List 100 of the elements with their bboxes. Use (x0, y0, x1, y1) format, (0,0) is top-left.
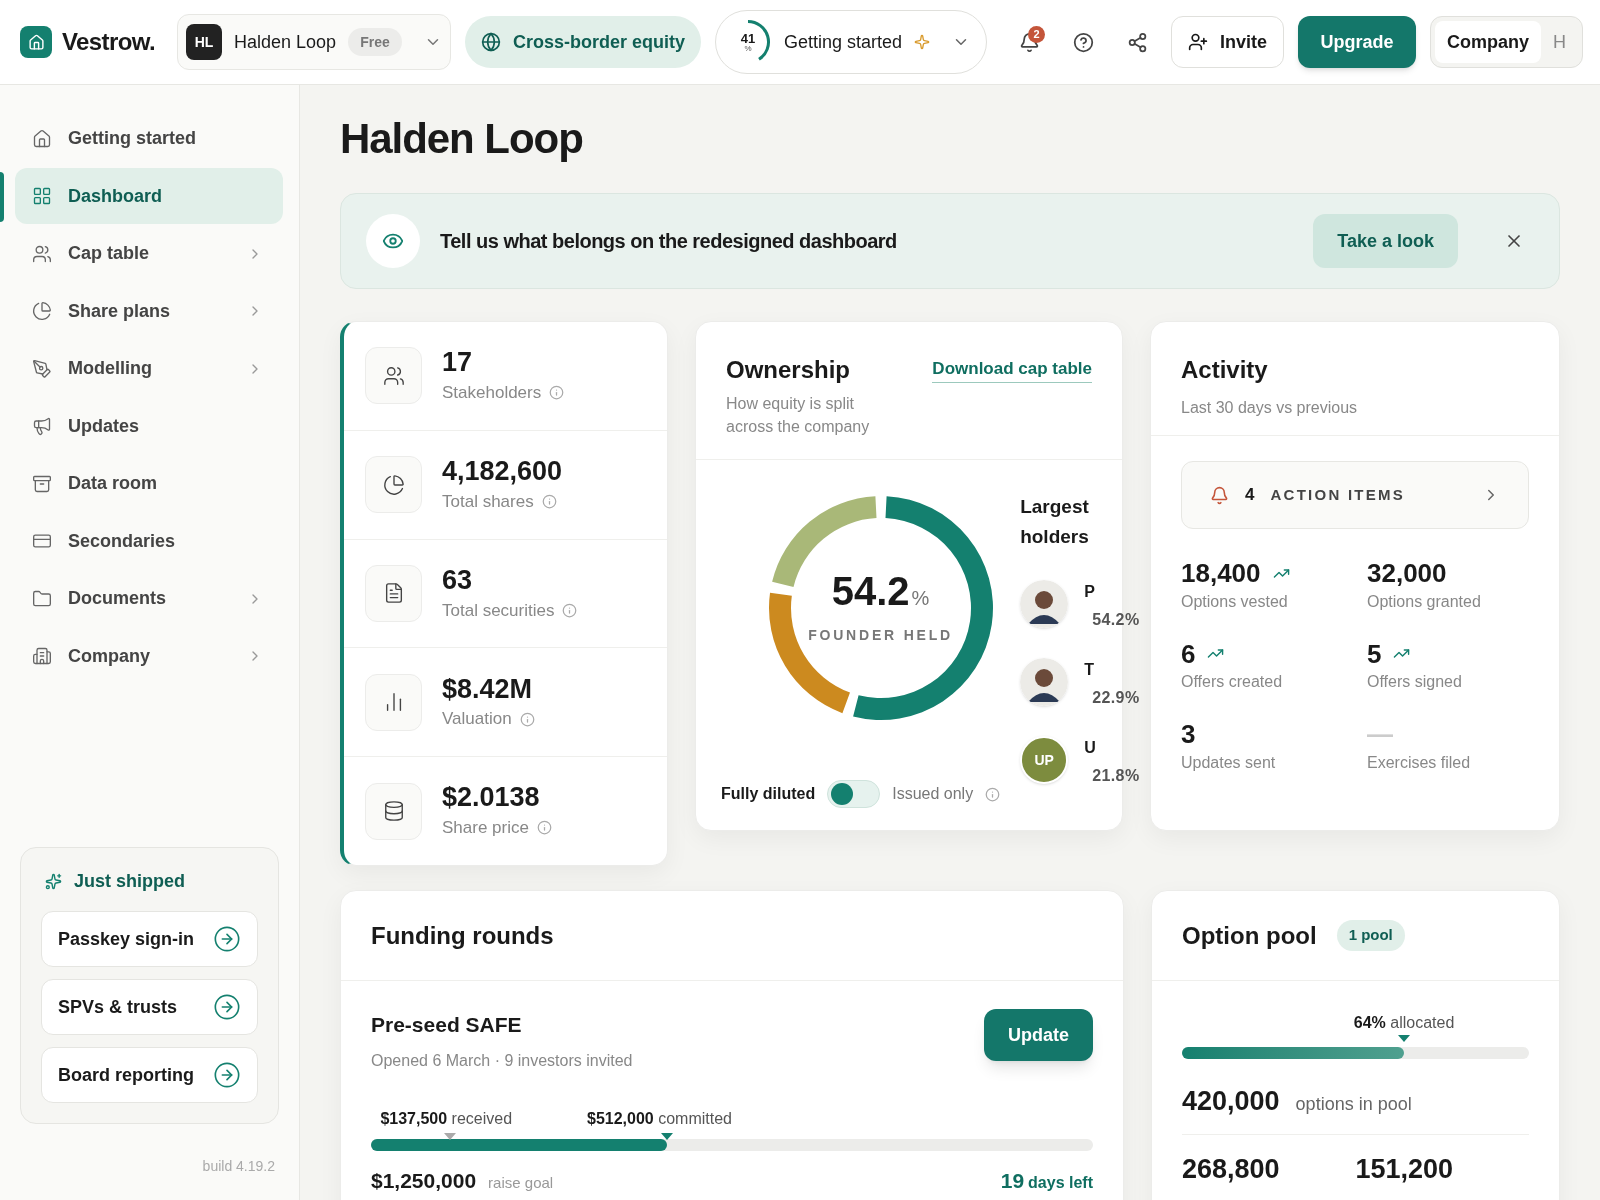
release-item[interactable]: Board reporting (41, 1047, 258, 1103)
card-title: Activity (1181, 355, 1269, 385)
nav-item[interactable]: Company (15, 628, 283, 685)
nav-item[interactable]: Cap table (15, 225, 283, 282)
metric-label: Options vested (1181, 591, 1289, 612)
info-icon (536, 820, 552, 836)
action-items-button[interactable]: 4 ACTION ITEMS (1181, 461, 1529, 529)
holder-avatar: UP (1020, 736, 1069, 784)
sparkle-icon (914, 34, 931, 50)
metric-label: Options granted (1367, 591, 1482, 612)
workspace-switcher[interactable]: HL Halden Loop Free (177, 14, 452, 70)
release-item[interactable]: Passkey sign-in (41, 911, 258, 967)
metric-label: Offers created (1181, 672, 1284, 692)
card-subtitle: Last 30 days vs previous (1181, 398, 1359, 418)
stat-icon (365, 673, 422, 731)
stat-value: 4,182,600 (442, 455, 563, 489)
stat-icon (365, 782, 422, 840)
globe-icon (481, 32, 502, 52)
plan-badge: Free (348, 28, 402, 56)
holder-name: U (1084, 738, 1097, 758)
pool-split-value: 151,200 (1355, 1152, 1455, 1186)
metric-label: Offers signed (1367, 672, 1463, 692)
marker-label: $512,000 committed (587, 1108, 732, 1129)
info-icon (562, 602, 578, 618)
take-a-look-button[interactable]: Take a look (1313, 214, 1458, 268)
stat-value: 17 (442, 346, 474, 380)
nav-item[interactable]: Secondaries (15, 513, 283, 570)
nav-item[interactable]: Getting started (15, 110, 283, 167)
holder-name: P (1084, 582, 1096, 602)
bell-icon (1210, 485, 1229, 505)
nav-item[interactable]: Updates (15, 398, 283, 455)
holder-name: T (1084, 660, 1095, 680)
update-button[interactable]: Update (984, 1009, 1093, 1061)
archive-icon (32, 473, 52, 494)
sparkles-icon (45, 873, 62, 890)
stat-value: 63 (442, 563, 474, 597)
feature-pill[interactable]: Cross-border equity (465, 16, 702, 68)
days-left-value: 19 (1000, 1167, 1025, 1194)
megaphone-icon (32, 416, 52, 437)
metric-value: 3 (1181, 718, 1196, 751)
raise-goal-value: $1,250,000 (371, 1167, 477, 1194)
arrow-circle-icon (213, 925, 241, 953)
nav-item[interactable]: Share plans (15, 283, 283, 340)
action-label: ACTION ITEMS (1270, 484, 1405, 505)
stat-icon (365, 456, 422, 514)
marker-caret (1398, 1035, 1411, 1042)
stat-label: Share price (442, 817, 529, 840)
card-title: Ownership (726, 355, 852, 385)
marker-label: $137,500 received (380, 1108, 513, 1129)
pool-total-value: 420,000 (1182, 1085, 1280, 1118)
user-plus-icon (1188, 32, 1209, 52)
stat-label: Valuation (442, 708, 512, 731)
raise-goal-label: raise goal (488, 1172, 554, 1193)
invite-button[interactable]: Invite (1171, 16, 1285, 68)
basis-toggle[interactable] (827, 780, 881, 808)
holders-title: Largest holders (1020, 495, 1090, 549)
metric-value: 32,000 (1367, 557, 1447, 590)
grid-icon (32, 186, 52, 207)
stat-icon (365, 347, 422, 405)
arrow-circle-icon (213, 1061, 241, 1089)
notification-badge: 2 (1028, 26, 1046, 43)
stat-icon (365, 565, 422, 622)
nav-item[interactable]: Dashboard (15, 168, 283, 225)
pool-count-badge: 1 pool (1336, 920, 1405, 951)
nav-item[interactable]: Documents (15, 570, 283, 627)
action-count: 4 (1245, 484, 1255, 507)
upgrade-button[interactable]: Upgrade (1298, 16, 1417, 68)
onboarding-pill[interactable]: 41 % Getting started (715, 10, 988, 74)
progress-value: 41 (740, 31, 756, 45)
logo-icon (20, 26, 52, 58)
info-icon (549, 385, 565, 401)
banner-text: Tell us what belongs on the redesigned dashboard (440, 229, 897, 254)
eye-icon (366, 214, 420, 268)
arrow-circle-icon (213, 993, 241, 1021)
release-item[interactable]: SPVs & trusts (41, 979, 258, 1035)
stat-label: Total shares (442, 490, 534, 513)
onboarding-label: Getting started (784, 30, 903, 54)
view-tab[interactable]: Company (1435, 21, 1542, 63)
holder-share: 21.8% (1092, 766, 1140, 786)
round-meta: Opened 6 March · 9 investors invited (371, 1050, 633, 1071)
basis-label[interactable]: Issued only (892, 782, 974, 806)
metric-label: Updates sent (1181, 752, 1277, 773)
building-icon (32, 646, 52, 667)
founder-share: 54.2 (831, 570, 910, 611)
build-version: build 4.19.2 (202, 1157, 275, 1176)
bell-icon (1018, 31, 1040, 53)
home-icon (32, 128, 52, 149)
nav-item[interactable]: Modelling (15, 340, 283, 397)
download-link[interactable]: Download cap table (932, 356, 1092, 383)
just-shipped-title: Just shipped (74, 870, 185, 893)
stat-value: $8.42M (442, 672, 534, 706)
notifications-button[interactable]: 2 (1009, 22, 1050, 62)
stat-label: Total securities (442, 599, 555, 622)
nav-item[interactable]: Data room (15, 455, 283, 512)
card-subtitle: How equity is split across the company (726, 394, 871, 437)
stat-label: Stakeholders (442, 382, 542, 404)
basis-label[interactable]: Fully diluted (721, 782, 816, 806)
progress-unit: % (744, 44, 752, 53)
brand-name: Vestrow. (62, 27, 156, 57)
holder-share: 22.9% (1092, 688, 1140, 708)
